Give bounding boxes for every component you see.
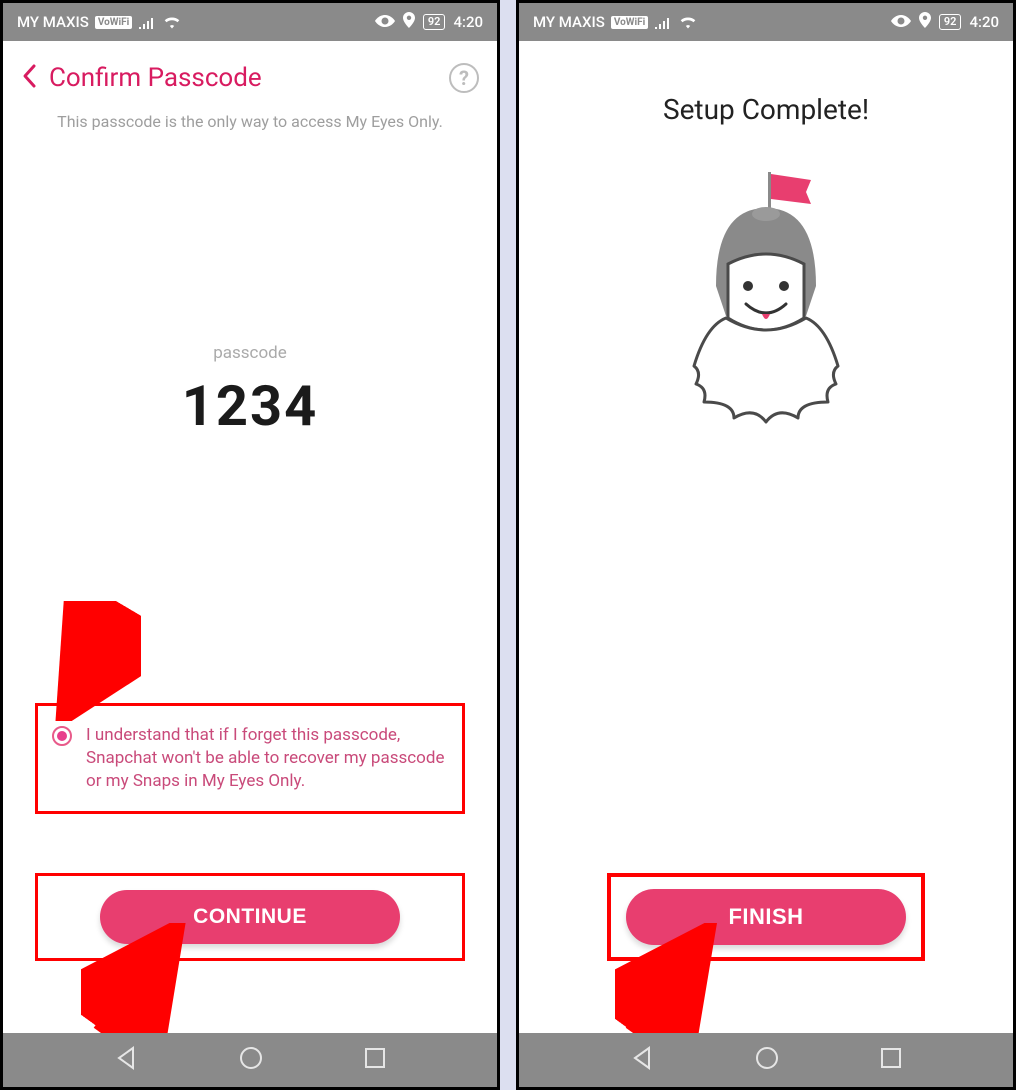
nav-back-icon[interactable]	[113, 1045, 139, 1075]
wifi-icon	[678, 15, 698, 29]
volte-badge: VoWiFi	[611, 16, 648, 29]
nav-home-icon[interactable]	[754, 1045, 780, 1075]
help-icon[interactable]: ?	[449, 63, 479, 93]
phone-screen-complete: MY MAXIS VoWiFi 92 4:20 Setup Complete!	[516, 0, 1016, 1090]
android-navbar	[519, 1033, 1013, 1087]
setup-complete-title: Setup Complete!	[519, 41, 1013, 126]
status-bar: MY MAXIS VoWiFi 92 4:20	[519, 3, 1013, 41]
ghost-knight-illustration	[519, 166, 1013, 456]
screen-title: Confirm Passcode	[49, 63, 262, 93]
location-icon	[403, 12, 415, 32]
signal-icon	[138, 15, 156, 29]
battery-icon: 92	[939, 14, 962, 30]
signal-icon	[654, 15, 672, 29]
wifi-icon	[162, 15, 182, 29]
nav-recent-icon[interactable]	[363, 1046, 387, 1074]
eye-icon	[891, 13, 911, 31]
eye-icon	[375, 13, 395, 31]
android-navbar	[3, 1033, 497, 1087]
consent-highlight: I understand that if I forget this passc…	[35, 703, 465, 814]
continue-button[interactable]: CONTINUE	[100, 890, 400, 944]
battery-icon: 92	[423, 14, 446, 30]
passcode-value: 1234	[3, 373, 497, 439]
screen-header: Confirm Passcode ?	[3, 41, 497, 103]
passcode-label: passcode	[3, 343, 497, 363]
phone-screen-confirm: MY MAXIS VoWiFi 92 4:20 Co	[0, 0, 500, 1090]
consent-radio[interactable]	[52, 726, 72, 746]
carrier-label: MY MAXIS	[17, 13, 89, 31]
time-label: 4:20	[969, 13, 999, 31]
finish-button[interactable]: FINISH	[626, 889, 906, 945]
consent-text: I understand that if I forget this passc…	[86, 724, 446, 793]
subtitle-text: This passcode is the only way to access …	[3, 103, 497, 133]
nav-home-icon[interactable]	[238, 1045, 264, 1075]
nav-recent-icon[interactable]	[879, 1046, 903, 1074]
back-icon[interactable]	[21, 63, 37, 93]
status-bar: MY MAXIS VoWiFi 92 4:20	[3, 3, 497, 41]
time-label: 4:20	[453, 13, 483, 31]
volte-badge: VoWiFi	[95, 16, 132, 29]
carrier-label: MY MAXIS	[533, 13, 605, 31]
finish-highlight: FINISH	[607, 873, 925, 961]
nav-back-icon[interactable]	[629, 1045, 655, 1075]
passcode-display: passcode 1234	[3, 343, 497, 439]
location-icon	[919, 12, 931, 32]
continue-highlight: CONTINUE	[35, 873, 465, 961]
